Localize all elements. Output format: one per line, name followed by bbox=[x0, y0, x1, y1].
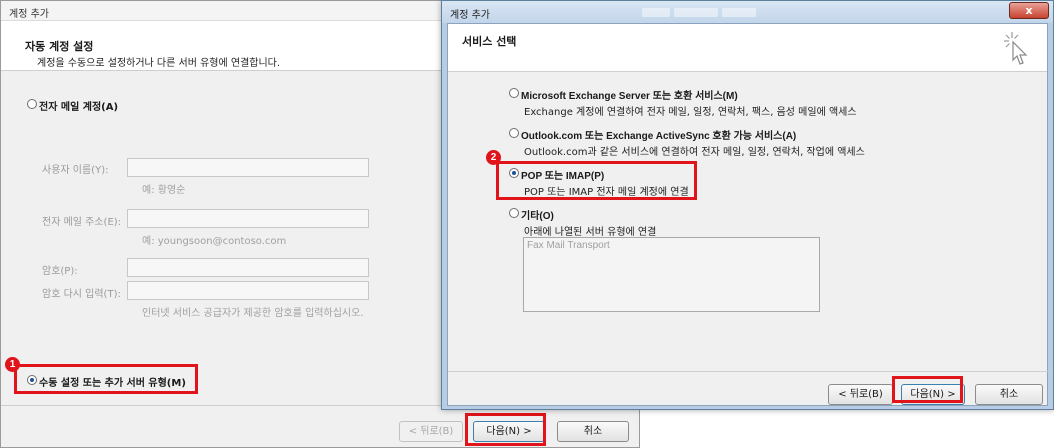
retype-password-field[interactable] bbox=[127, 281, 369, 300]
name-field[interactable] bbox=[127, 158, 369, 177]
front-footer-divider bbox=[448, 371, 1049, 372]
auto-setup-subtitle: 계정을 수동으로 설정하거나 다른 서버 유형에 연결합니다. bbox=[37, 58, 281, 69]
password-hint: 인터넷 서비스 공급자가 제공한 암호를 입력하십시오. bbox=[142, 308, 364, 319]
manual-setup-radio[interactable] bbox=[27, 375, 37, 385]
wizard-cursor-icon bbox=[1004, 32, 1028, 65]
outlook-com-option-label: Outlook.com 또는 Exchange ActiveSync 호환 가능… bbox=[521, 131, 797, 142]
password-label: 암호(P): bbox=[42, 266, 78, 277]
titlebar-ghost-icon bbox=[674, 8, 718, 17]
service-select-dialog: 계정 추가 x 서비스 선택 Microsoft Exchange Server… bbox=[441, 0, 1054, 410]
list-item[interactable]: Fax Mail Transport bbox=[527, 240, 610, 251]
titlebar-ghost-icon bbox=[722, 8, 756, 17]
other-server-type-list[interactable]: Fax Mail Transport bbox=[523, 237, 820, 312]
front-dialog-back-button[interactable]: < 뒤로(B) bbox=[828, 384, 893, 405]
front-dialog-cancel-button[interactable]: 취소 bbox=[975, 384, 1043, 405]
email-label: 전자 메일 주소(E): bbox=[42, 217, 122, 228]
exchange-option-radio[interactable] bbox=[509, 88, 519, 98]
email-account-label: 전자 메일 계정(A) bbox=[39, 102, 119, 113]
front-dialog-next-button[interactable]: 다음(N) > bbox=[901, 384, 965, 405]
email-field[interactable] bbox=[127, 209, 369, 228]
front-dialog-title: 계정 추가 bbox=[450, 10, 490, 21]
other-option-label: 기타(O) bbox=[521, 211, 554, 222]
front-dialog-client: 서비스 선택 Microsoft Exchange Server 또는 호환 서… bbox=[447, 23, 1049, 406]
back-dialog-back-button[interactable]: < 뒤로(B) bbox=[399, 421, 463, 442]
auto-setup-title: 자동 계정 설정 bbox=[25, 40, 94, 53]
other-option-description: 아래에 나열된 서버 유형에 연결 bbox=[524, 227, 657, 238]
email-account-radio[interactable] bbox=[27, 99, 37, 109]
password-field[interactable] bbox=[127, 258, 369, 277]
pop-imap-option-description: POP 또는 IMAP 전자 메일 계정에 연결 bbox=[524, 187, 689, 198]
close-button[interactable]: x bbox=[1009, 2, 1049, 19]
step1-badge: 1 bbox=[5, 357, 20, 372]
titlebar-ghost-icon bbox=[642, 8, 670, 17]
back-dialog-next-button[interactable]: 다음(N) > bbox=[473, 421, 545, 442]
exchange-option-description: Exchange 계정에 연결하여 전자 메일, 일정, 연락처, 팩스, 음성… bbox=[524, 107, 857, 118]
email-hint: 예: youngsoon@contoso.com bbox=[142, 236, 287, 247]
retype-password-label: 암호 다시 입력(T): bbox=[42, 289, 121, 300]
name-label: 사용자 이름(Y): bbox=[42, 165, 109, 176]
exchange-option-label: Microsoft Exchange Server 또는 호환 서비스(M) bbox=[521, 91, 738, 102]
manual-setup-label: 수동 설정 또는 추가 서버 유형(M) bbox=[39, 378, 186, 389]
outlook-com-option-radio[interactable] bbox=[509, 128, 519, 138]
back-dialog-cancel-button[interactable]: 취소 bbox=[557, 421, 629, 442]
pop-imap-option-radio[interactable] bbox=[509, 168, 519, 178]
service-select-title: 서비스 선택 bbox=[462, 35, 517, 48]
step2-badge: 2 bbox=[486, 150, 501, 165]
front-dialog-titlebar: 계정 추가 x bbox=[442, 1, 1053, 23]
name-hint: 예: 황영순 bbox=[142, 185, 186, 196]
outlook-com-option-description: Outlook.com과 같은 서비스에 연결하여 전자 메일, 일정, 연락처… bbox=[524, 147, 865, 158]
front-dialog-header: 서비스 선택 bbox=[448, 24, 1047, 72]
pop-imap-option-label: POP 또는 IMAP(P) bbox=[521, 171, 605, 182]
other-option-radio[interactable] bbox=[509, 208, 519, 218]
